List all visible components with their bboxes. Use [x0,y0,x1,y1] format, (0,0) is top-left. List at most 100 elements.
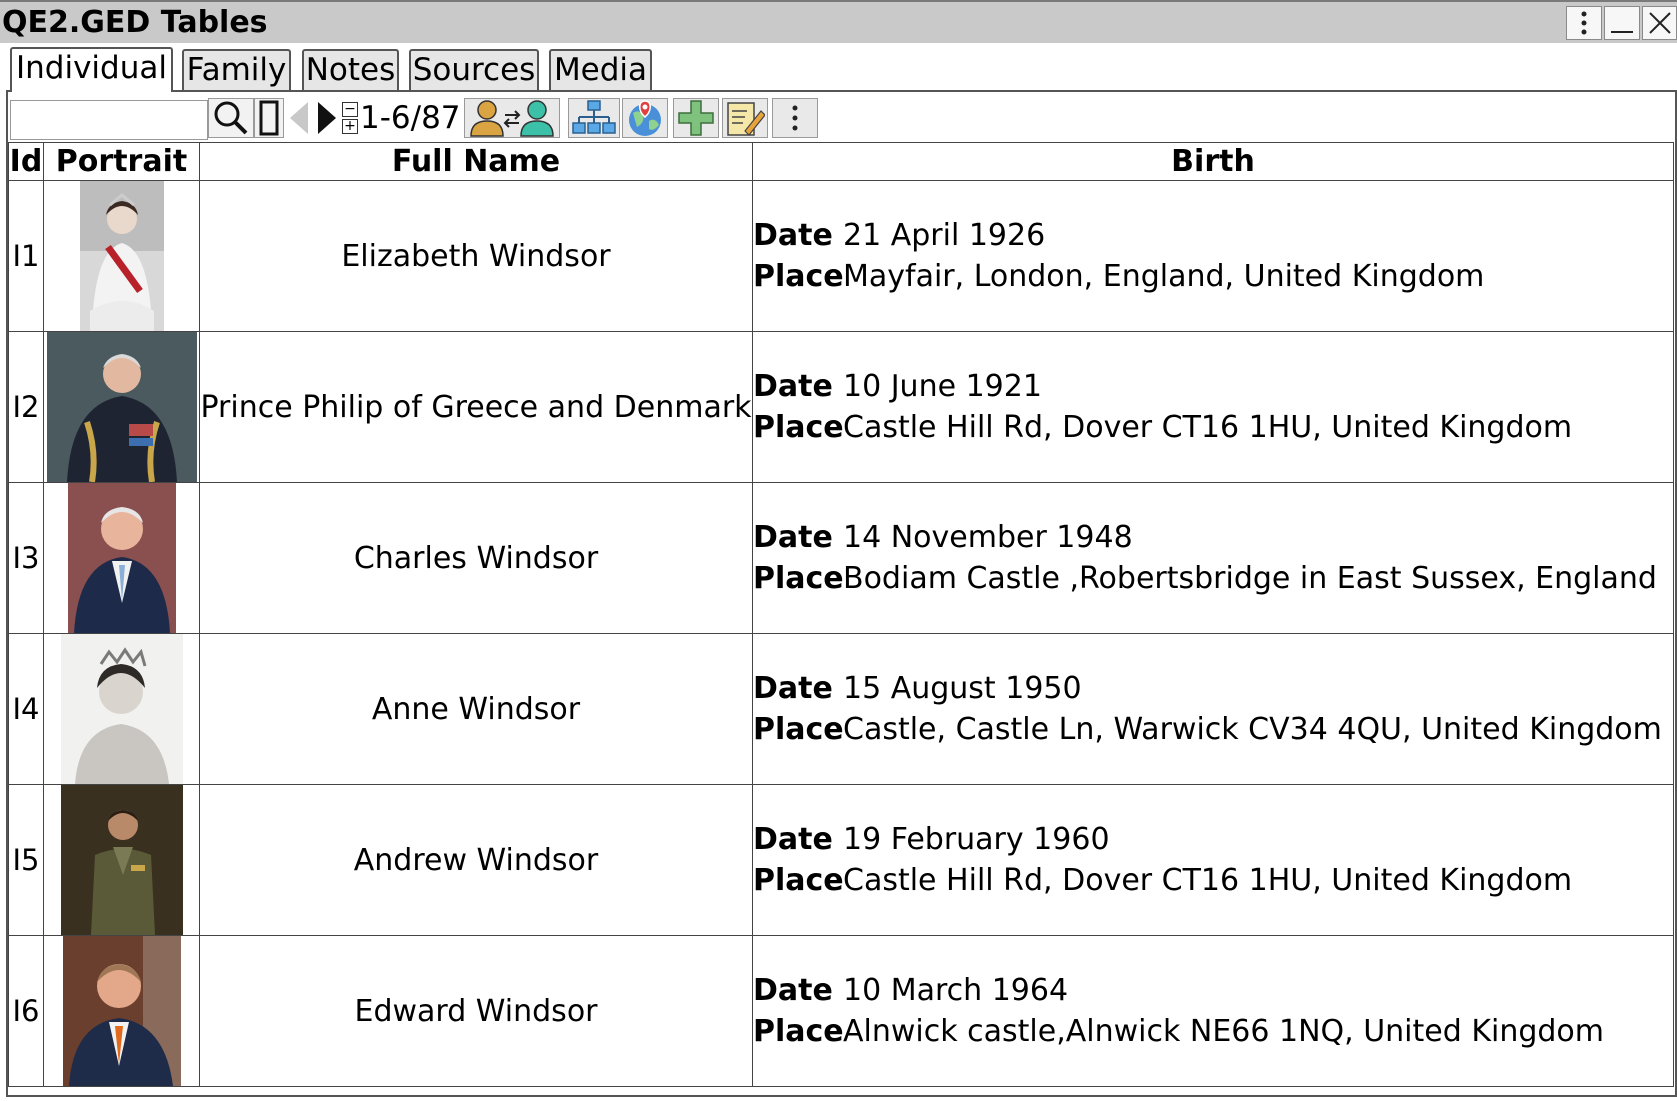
more-options-button[interactable] [772,98,818,138]
birth-place-value: Bodiam Castle ,Robertsbridge in East Sus… [843,561,1657,596]
prev-page-icon [290,102,308,134]
add-icon [678,100,714,136]
portrait-image [62,936,181,1086]
table-header-row: Id Portrait Full Name Birth [8,142,1674,181]
cell-full-name: Charles Windsor [199,482,753,634]
page-indicator: 1-6/87 [360,100,461,136]
column-header-portrait[interactable]: Portrait [43,142,200,181]
individuals-table: Id Portrait Full Name Birth I1 Elizabeth… [8,142,1674,1087]
table-row[interactable]: I4 Anne Windsor Date 15 August 1950 Place… [8,633,1674,785]
cell-birth: Date 21 April 1926 PlaceMayfair, London, … [752,180,1674,332]
birth-date-value: 15 August 1950 [843,671,1082,706]
minimize-button[interactable] [1604,6,1640,40]
search-input[interactable] [10,100,208,140]
search-button[interactable] [208,98,254,138]
cell-birth: Date 19 February 1960 PlaceCastle Hill Rd… [752,784,1674,936]
cell-id: I6 [8,935,44,1087]
window-title: QE2.GED Tables [2,5,268,40]
birth-date-label: Date [753,671,833,706]
birth-place-label: Place [753,863,844,898]
birth-date-label: Date [753,369,833,404]
zoom-in-icon[interactable]: + [342,119,358,134]
birth-place-label: Place [753,712,844,747]
tab-sources[interactable]: Sources [409,49,539,90]
view-toggle-icon [259,100,279,136]
window-menu-button[interactable] [1566,6,1602,40]
cell-birth: Date 10 June 1921 PlaceCastle Hill Rd, Do… [752,331,1674,483]
cell-id: I4 [8,633,44,785]
portrait-image [79,181,164,331]
birth-place-label: Place [753,259,844,294]
tab-notes[interactable]: Notes [302,49,399,90]
column-header-full-name[interactable]: Full Name [199,142,753,181]
cell-portrait [43,784,200,936]
birth-date-value: 10 March 1964 [843,973,1069,1008]
add-button[interactable] [673,98,719,138]
minimize-icon [1611,31,1633,33]
portrait-image [67,483,176,633]
birth-place-value: Castle Hill Rd, Dover CT16 1HU, United K… [843,410,1573,445]
next-page-button[interactable] [313,98,341,138]
kebab-icon [1581,11,1587,35]
edit-icon [727,102,765,136]
birth-date-label: Date [753,520,833,555]
birth-date-value: 21 April 1926 [843,218,1046,253]
tab-individual[interactable]: Individual [10,47,173,92]
portrait-image [46,332,197,482]
title-bar: QE2.GED Tables [0,0,1677,43]
birth-date-label: Date [753,218,833,253]
birth-place-label: Place [753,561,844,596]
table-row[interactable]: I3 Charles Windsor Date 14 November 1948 … [8,482,1674,634]
birth-place-value: Mayfair, London, England, United Kingdom [843,259,1485,294]
table-row[interactable]: I5 Andrew Windsor Date 19 February 1960 P… [8,784,1674,936]
birth-place-value: Alnwick castle,Alnwick NE66 1NQ, United … [843,1014,1605,1049]
map-button[interactable] [622,98,668,138]
more-icon [792,105,798,131]
table-row[interactable]: I2 Prince Philip of Greece and Denmark D… [8,331,1674,483]
cell-id: I3 [8,482,44,634]
birth-date-value: 19 February 1960 [843,822,1110,857]
next-page-icon [318,102,336,134]
close-icon [1648,12,1671,34]
prev-page-button[interactable] [285,98,313,138]
birth-place-value: Castle Hill Rd, Dover CT16 1HU, United K… [843,863,1573,898]
cell-full-name: Prince Philip of Greece and Denmark [199,331,753,483]
tree-icon [572,100,616,134]
swap-persons-icon [470,100,554,137]
birth-place-label: Place [753,1014,844,1049]
cell-portrait [43,633,200,785]
close-button[interactable] [1642,6,1677,40]
cell-full-name: Edward Windsor [199,935,753,1087]
cell-birth: Date 14 November 1948 PlaceBodiam Castle … [752,482,1674,634]
tree-button[interactable] [568,98,620,138]
individual-panel: − + 1-6/87 Id Portrait Full Name Birth I… [6,90,1677,1097]
cell-full-name: Andrew Windsor [199,784,753,936]
cell-portrait [43,935,200,1087]
birth-date-label: Date [753,973,833,1008]
table-row[interactable]: I6 Edward Windsor Date 10 March 1964 Pla… [8,935,1674,1087]
cell-birth: Date 15 August 1950 PlaceCastle, Castle L… [752,633,1674,785]
birth-date-value: 14 November 1948 [843,520,1133,555]
cell-full-name: Elizabeth Windsor [199,180,753,332]
search-icon [214,101,248,135]
tab-family[interactable]: Family [182,49,291,90]
swap-persons-button[interactable] [464,98,560,138]
portrait-image [60,785,183,935]
cell-portrait [43,331,200,483]
column-header-id[interactable]: Id [8,142,44,181]
toolbar: − + 1-6/87 [8,92,1675,142]
tab-media[interactable]: Media [549,49,652,90]
view-toggle-button[interactable] [254,98,284,138]
edit-button[interactable] [722,98,768,138]
birth-date-label: Date [753,822,833,857]
zoom-stepper[interactable]: − + [342,102,360,136]
zoom-out-icon[interactable]: − [342,102,358,117]
cell-full-name: Anne Windsor [199,633,753,785]
cell-id: I1 [8,180,44,332]
column-header-birth[interactable]: Birth [752,142,1674,181]
birth-place-value: Castle, Castle Ln, Warwick CV34 4QU, Uni… [843,712,1662,747]
cell-id: I5 [8,784,44,936]
table-row[interactable]: I1 Elizabeth Windsor Date 21 April 1926 … [8,180,1674,332]
cell-id: I2 [8,331,44,483]
birth-date-value: 10 June 1921 [843,369,1042,404]
